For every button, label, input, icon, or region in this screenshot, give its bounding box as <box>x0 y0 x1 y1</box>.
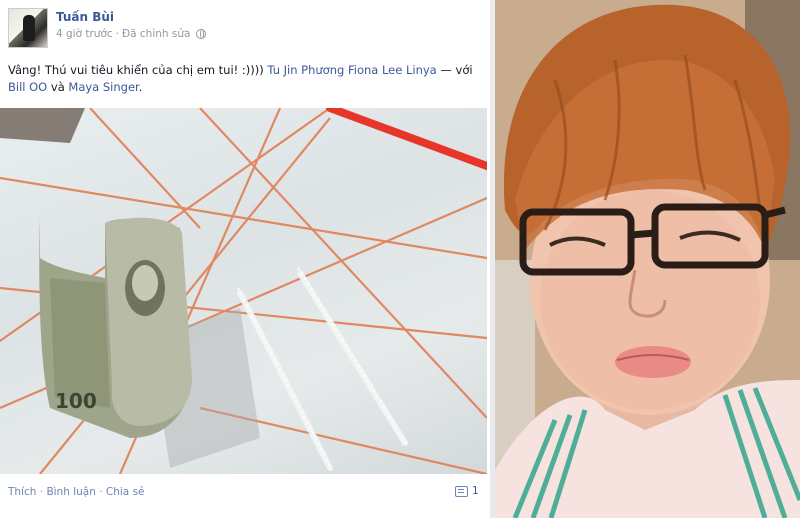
action-separator: · <box>36 486 47 498</box>
comment-count: 1 <box>472 485 479 497</box>
facebook-post: Tuấn Bùi 4 giờ trước · Đã chỉnh sửa Vâng… <box>0 0 490 518</box>
post-meta: 4 giờ trước · Đã chỉnh sửa <box>56 28 207 40</box>
like-button[interactable]: Thích <box>8 486 36 498</box>
status-end: . <box>138 80 143 94</box>
edited-label[interactable]: Đã chỉnh sửa <box>122 28 190 40</box>
post-timestamp[interactable]: 4 giờ trước <box>56 28 113 40</box>
avatar-figure <box>23 15 35 41</box>
action-separator: · <box>95 486 106 498</box>
status-and: và <box>47 80 69 94</box>
author-name[interactable]: Tuấn Bùi <box>56 10 114 24</box>
post-status-text: Vâng! Thú vui tiêu khiển của chị em tui!… <box>8 62 484 96</box>
share-button[interactable]: Chia sẻ <box>106 486 145 498</box>
banknote-number: 100 <box>55 389 97 413</box>
selfie-photo[interactable] <box>495 0 800 518</box>
tagged-user-link[interactable]: Maya Singer <box>68 80 138 94</box>
comment-button[interactable]: Bình luận <box>46 486 95 498</box>
post-photo[interactable]: 100 <box>0 108 487 474</box>
globe-icon[interactable] <box>196 29 207 39</box>
tagged-user-link[interactable]: Fiona Lee Linya <box>348 63 437 77</box>
selfie-illustration <box>495 0 800 518</box>
comment-count-button[interactable]: 1 <box>455 485 479 497</box>
status-with: — với <box>436 63 473 77</box>
tagged-user-link[interactable]: Tu Jin Phương <box>267 63 344 77</box>
status-text: Vâng! Thú vui tiêu khiển của chị em tui!… <box>8 63 268 77</box>
post-actions: Thích · Bình luận · Chia sẻ <box>8 486 145 498</box>
comment-icon <box>455 485 468 497</box>
author-avatar[interactable] <box>8 8 48 48</box>
tagged-user-link[interactable]: Bill OO <box>8 80 47 94</box>
meta-separator: · <box>115 28 119 40</box>
photo-illustration: 100 <box>0 108 487 474</box>
